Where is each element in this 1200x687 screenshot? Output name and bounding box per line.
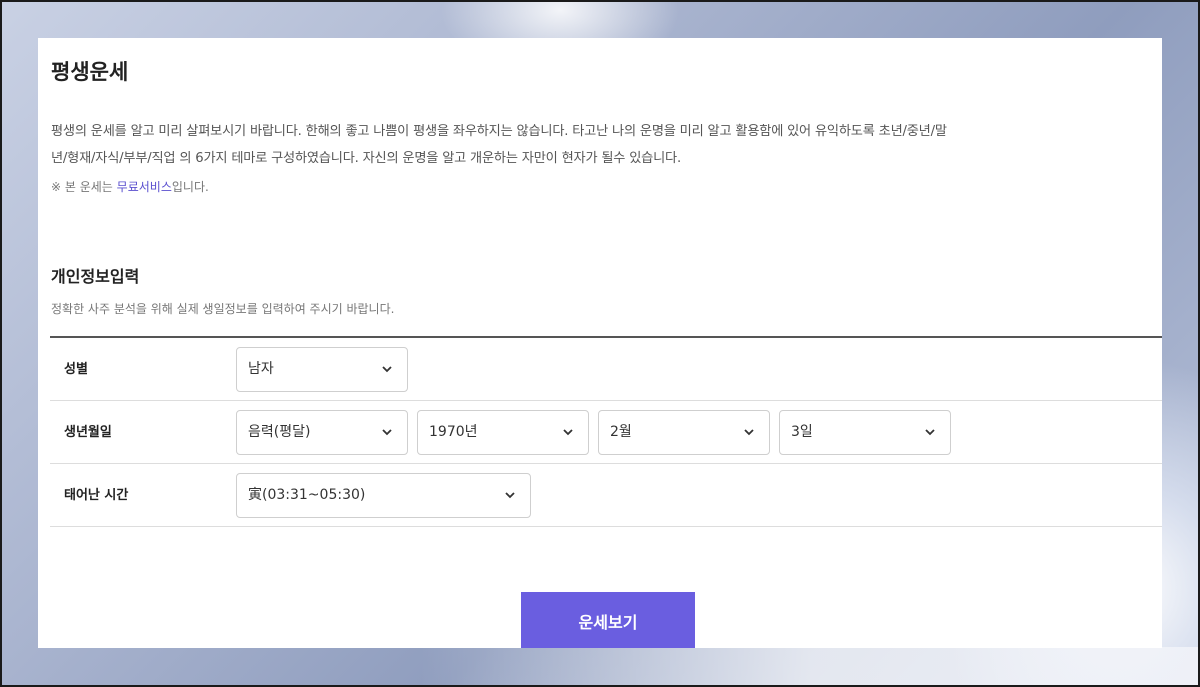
screenshot-border	[0, 0, 1200, 687]
